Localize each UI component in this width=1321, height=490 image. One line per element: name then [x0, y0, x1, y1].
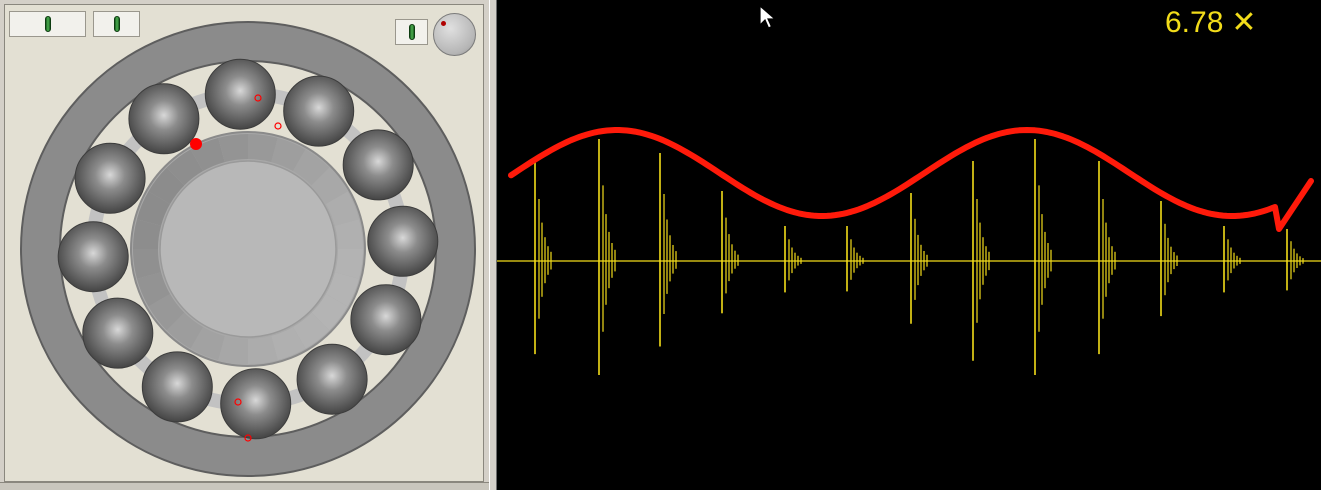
speed-readout: 6.78 ✕	[1165, 5, 1257, 40]
bearing-ball	[82, 297, 154, 369]
bearing-ball	[283, 75, 355, 147]
marker-dot	[190, 138, 202, 150]
bearing-ball	[342, 129, 414, 201]
bearing-ball	[296, 343, 368, 415]
bearing-ball	[204, 58, 276, 130]
bearing-ball	[220, 368, 292, 440]
bearing-panel	[0, 0, 489, 490]
bearing-ball	[367, 205, 439, 277]
inner-bore	[159, 160, 337, 338]
bearing-ball	[74, 142, 146, 214]
mouse-pointer-icon	[759, 5, 777, 29]
speed-value: 6.78	[1165, 6, 1224, 39]
bearing-ball	[350, 284, 422, 356]
bearing-ball	[128, 83, 200, 155]
bearing-ball	[57, 221, 129, 293]
close-icon[interactable]: ✕	[1231, 6, 1256, 39]
bearing-diagram	[20, 21, 476, 477]
oscilloscope-panel: 6.78 ✕	[497, 0, 1321, 490]
app-window: 6.78 ✕	[0, 0, 1321, 490]
bearing-ball	[141, 351, 213, 423]
waveform-plot	[497, 127, 1321, 375]
splitter[interactable]	[489, 0, 497, 490]
status-strip	[0, 482, 489, 490]
